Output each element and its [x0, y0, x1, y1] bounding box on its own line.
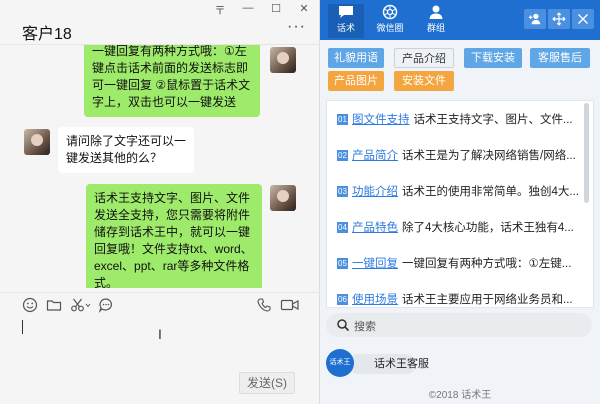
item-desc: 话术王的使用非常简单。独创4大...	[402, 186, 579, 198]
tab-groups-label: 群组	[426, 23, 445, 33]
my-avatar	[270, 47, 296, 73]
close-button[interactable]: ✕	[297, 2, 311, 18]
pin-button[interactable]: 〒	[213, 2, 227, 18]
scissors-icon[interactable]	[70, 297, 92, 313]
panel-topbar: 话术 微信圈 群组	[320, 0, 600, 40]
search-icon	[337, 319, 350, 332]
copyright: ©2018 话术王	[428, 390, 492, 401]
service-logo: 话术王	[326, 349, 354, 377]
script-list: 01 图文件支持 话术王支持文字、图片、文件... 02 产品简介 话术王是为了解决网络…	[326, 100, 594, 308]
item-title[interactable]: 功能介绍	[352, 186, 398, 198]
category-download[interactable]: 下载安装	[464, 48, 522, 68]
moments-icon	[382, 4, 398, 20]
script-panel: 话术 微信圈 群组 礼貌用语 产品介绍 下载安装 客服售后 产品图片 安装文件	[320, 0, 600, 404]
item-desc: 话术王主要应用于网络业务员和...	[402, 294, 573, 306]
move-icon[interactable]	[548, 9, 570, 29]
video-call-icon[interactable]	[280, 297, 300, 313]
send-number-icon[interactable]: 05	[337, 258, 348, 270]
item-desc: 话术王是为了解决网络销售/网络...	[402, 150, 576, 162]
tab-groups[interactable]: 群组	[418, 4, 454, 38]
list-item[interactable]: 03 功能介绍 话术王的使用非常简单。独创4大...	[337, 183, 587, 201]
tab-scripts-label: 话术	[336, 23, 355, 33]
message-input[interactable]: I	[0, 314, 320, 374]
list-scrollbar[interactable]	[584, 103, 589, 203]
message-bubble-icon[interactable]	[98, 297, 114, 314]
phone-icon[interactable]	[256, 297, 272, 313]
item-title[interactable]: 一键回复	[352, 258, 398, 270]
send-number-icon[interactable]: 06	[337, 294, 348, 306]
list-item[interactable]: 01 图文件支持 话术王支持文字、图片、文件...	[337, 111, 587, 129]
chat-title: 客户18	[22, 26, 72, 43]
chat-window: 〒 — ☐ ✕ 客户18 ··· 一键回复有两种方式哦：①左键点击话术前面的发送…	[0, 0, 320, 404]
text-caret	[22, 320, 23, 334]
contact-avatar	[24, 129, 50, 155]
message-list: 一键回复有两种方式哦：①左键点击话术前面的发送标志即可一键回复 ②鼠标置于话术文…	[0, 44, 320, 288]
send-button[interactable]: 发送(S)	[239, 372, 295, 394]
message-bubble-sent: 话术王支持文字、图片、文件发送全支持，您只需要将附件储存到话术王中，就可以一键回…	[86, 184, 262, 288]
item-title[interactable]: 图文件支持	[352, 114, 410, 126]
category-polite[interactable]: 礼貌用语	[328, 48, 384, 68]
service-label: 话术王客服	[348, 354, 429, 374]
window-controls: 〒 — ☐ ✕	[213, 2, 311, 18]
item-desc: 一键回复有两种方式哦：①左键...	[402, 258, 572, 270]
search-placeholder: 搜索	[354, 321, 376, 333]
input-toolbar	[0, 292, 320, 314]
item-desc: 话术王支持文字、图片、文件...	[413, 114, 573, 126]
minimize-button[interactable]: —	[241, 2, 255, 18]
tab-scripts[interactable]: 话术	[328, 4, 364, 38]
maximize-button[interactable]: ☐	[269, 2, 283, 18]
list-item[interactable]: 05 一键回复 一键回复有两种方式哦：①左键...	[337, 255, 587, 273]
item-title[interactable]: 产品特色	[352, 222, 398, 234]
item-desc: 除了4大核心功能，话术王独有4...	[402, 222, 574, 234]
list-item[interactable]: 06 使用场景 话术王主要应用于网络业务员和...	[337, 291, 587, 307]
category-bar: 礼貌用语 产品介绍 下载安装 客服售后 产品图片 安装文件	[320, 44, 600, 94]
message-bubble-sent: 一键回复有两种方式哦：①左键点击话术前面的发送标志即可一键回复 ②鼠标置于话术文…	[84, 45, 260, 117]
send-number-icon[interactable]: 03	[337, 186, 348, 198]
tab-moments-label: 微信圈	[376, 23, 404, 33]
close-panel-icon[interactable]	[572, 9, 594, 29]
top-actions	[524, 9, 594, 29]
item-title[interactable]: 使用场景	[352, 294, 398, 306]
list-item[interactable]: 02 产品简介 话术王是为了解决网络销售/网络...	[337, 147, 587, 165]
my-avatar	[270, 185, 296, 211]
send-number-icon[interactable]: 01	[337, 114, 348, 126]
chat-icon	[339, 6, 353, 18]
message-bubble-received: 请问除了文字还可以一键发送其他的么？	[58, 127, 194, 173]
add-contact-icon[interactable]	[524, 9, 546, 29]
more-options-button[interactable]: ···	[287, 18, 306, 36]
category-product-intro[interactable]: 产品介绍	[394, 48, 454, 68]
folder-icon[interactable]	[46, 297, 62, 313]
tab-moments[interactable]: 微信圈	[372, 4, 408, 38]
category-after-sales[interactable]: 客服售后	[530, 48, 590, 68]
search-input[interactable]: 搜索	[326, 313, 592, 337]
emoji-icon[interactable]	[22, 297, 38, 313]
category-install-files[interactable]: 安装文件	[394, 71, 454, 91]
list-item[interactable]: 04 产品特色 除了4大核心功能，话术王独有4...	[337, 219, 587, 237]
send-number-icon[interactable]: 02	[337, 150, 348, 162]
category-product-images[interactable]: 产品图片	[328, 71, 384, 91]
group-icon	[429, 5, 443, 19]
send-number-icon[interactable]: 04	[337, 222, 348, 234]
item-title[interactable]: 产品简介	[352, 150, 398, 162]
mouse-ibeam-cursor: I	[158, 326, 162, 342]
